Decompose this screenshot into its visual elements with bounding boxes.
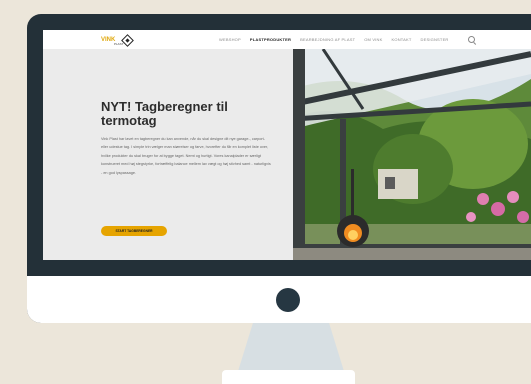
site-logo[interactable]: VINK PLAST (101, 33, 135, 47)
power-button (276, 288, 300, 312)
search-icon[interactable] (468, 36, 475, 43)
website-screen: VINK PLAST WEBSHOP PLASTPRODUKTER BEARBE… (43, 30, 531, 260)
top-navigation: VINK PLAST WEBSHOP PLASTPRODUKTER BEARBE… (43, 30, 531, 50)
menu-item-designster[interactable]: DESIGNSTER (421, 37, 449, 42)
pergola-garden-photo (293, 49, 531, 260)
menu-item-plastprodukter[interactable]: PLASTPRODUKTER (250, 37, 291, 42)
hero-image (293, 49, 531, 260)
main-menu: WEBSHOP PLASTPRODUKTER BEARBEJDNING AF P… (219, 37, 449, 42)
menu-item-om-vink[interactable]: OM VINK (364, 37, 382, 42)
start-tagberegner-button[interactable]: START TAGBEREGNER (101, 226, 167, 236)
menu-item-bearbejdning[interactable]: BEARBEJDNING AF PLAST (300, 37, 355, 42)
menu-item-webshop[interactable]: WEBSHOP (219, 37, 241, 42)
menu-item-kontakt[interactable]: KONTAKT (392, 37, 412, 42)
hero-title: NYT! Tagberegner til termotag (101, 99, 228, 128)
monitor-stand-base (222, 370, 355, 384)
logo-subtext: PLAST (114, 42, 124, 46)
hero-description: Vink Plast har lavet en tagberegner du k… (101, 137, 271, 175)
